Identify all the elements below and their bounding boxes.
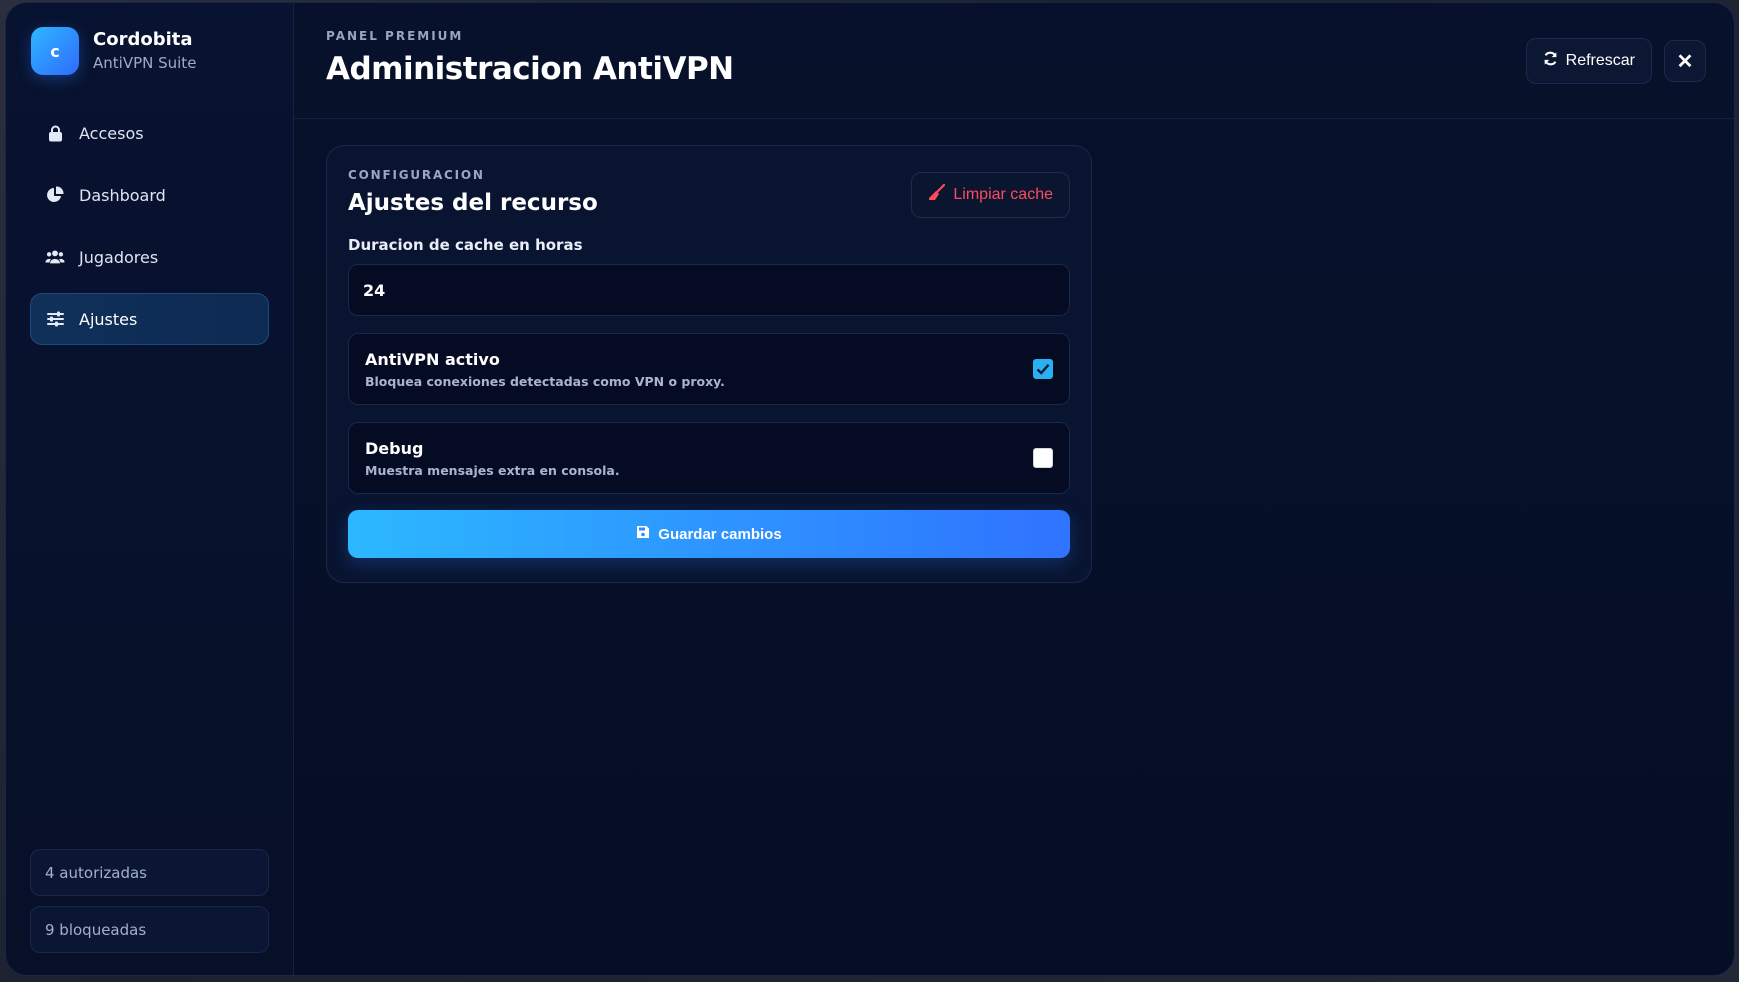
antivpn-checkbox[interactable] xyxy=(1033,359,1053,379)
sidebar-item-accesos[interactable]: Accesos xyxy=(30,107,269,159)
authorized-count: 4 autorizadas xyxy=(30,849,269,896)
close-button[interactable]: ✕ xyxy=(1664,40,1706,82)
debug-checkbox[interactable] xyxy=(1033,448,1053,468)
sidebar-item-label: Jugadores xyxy=(79,247,159,267)
cache-duration-label: Duracion de cache en horas xyxy=(348,236,583,254)
refresh-icon xyxy=(1543,51,1558,71)
sidebar-item-label: Accesos xyxy=(79,123,144,143)
sidebar-item-jugadores[interactable]: Jugadores xyxy=(30,231,269,283)
brand-logo: c xyxy=(31,27,79,75)
brand-name: Cordobita xyxy=(93,29,193,50)
settings-card: CONFIGURACION Ajustes del recurso Limpia… xyxy=(326,145,1092,583)
pie-chart-icon xyxy=(45,185,65,205)
page-title: Administracion AntiVPN xyxy=(326,51,734,87)
save-icon xyxy=(636,525,650,543)
save-label: Guardar cambios xyxy=(658,525,782,543)
header-actions: Refrescar ✕ xyxy=(1525,38,1706,84)
main-content: PANEL PREMIUM Administracion AntiVPN Ref… xyxy=(294,3,1734,975)
sliders-icon xyxy=(45,309,65,329)
header-eyebrow: PANEL PREMIUM xyxy=(326,29,464,43)
brand: c Cordobita AntiVPN Suite xyxy=(31,27,269,75)
check-icon xyxy=(1036,364,1050,375)
sidebar: c Cordobita AntiVPN Suite Accesos Dashbo… xyxy=(6,3,294,975)
sidebar-nav: Accesos Dashboard Jugadores Ajustes xyxy=(30,107,269,345)
brand-subtitle: AntiVPN Suite xyxy=(93,54,197,72)
blocked-count: 9 bloqueadas xyxy=(30,906,269,953)
refresh-label: Refrescar xyxy=(1565,52,1635,69)
antivpn-toggle-row: AntiVPN activo Bloquea conexiones detect… xyxy=(348,333,1070,405)
debug-toggle-description: Muestra mensajes extra en consola. xyxy=(365,462,620,478)
clear-cache-button[interactable]: Limpiar cache xyxy=(911,172,1070,218)
users-icon xyxy=(45,247,65,267)
sidebar-item-label: Dashboard xyxy=(79,185,166,205)
sidebar-item-label: Ajustes xyxy=(79,309,138,329)
refresh-button[interactable]: Refrescar xyxy=(1525,38,1652,84)
app-window: c Cordobita AntiVPN Suite Accesos Dashbo… xyxy=(5,2,1735,976)
save-button[interactable]: Guardar cambios xyxy=(348,510,1070,558)
debug-toggle-title: Debug xyxy=(365,438,424,458)
sidebar-item-dashboard[interactable]: Dashboard xyxy=(30,169,269,221)
close-icon: ✕ xyxy=(1676,50,1694,73)
antivpn-toggle-description: Bloquea conexiones detectadas como VPN o… xyxy=(365,373,725,389)
sidebar-stats: 4 autorizadas 9 bloqueadas xyxy=(30,849,269,953)
cache-duration-input[interactable] xyxy=(348,264,1070,316)
page-header: PANEL PREMIUM Administracion AntiVPN Ref… xyxy=(294,3,1734,119)
sidebar-item-ajustes[interactable]: Ajustes xyxy=(30,293,269,345)
clear-cache-label: Limpiar cache xyxy=(953,186,1053,203)
broom-icon xyxy=(928,183,946,206)
antivpn-toggle-title: AntiVPN activo xyxy=(365,349,500,369)
debug-toggle-row: Debug Muestra mensajes extra en consola. xyxy=(348,422,1070,494)
lock-icon xyxy=(45,123,65,143)
